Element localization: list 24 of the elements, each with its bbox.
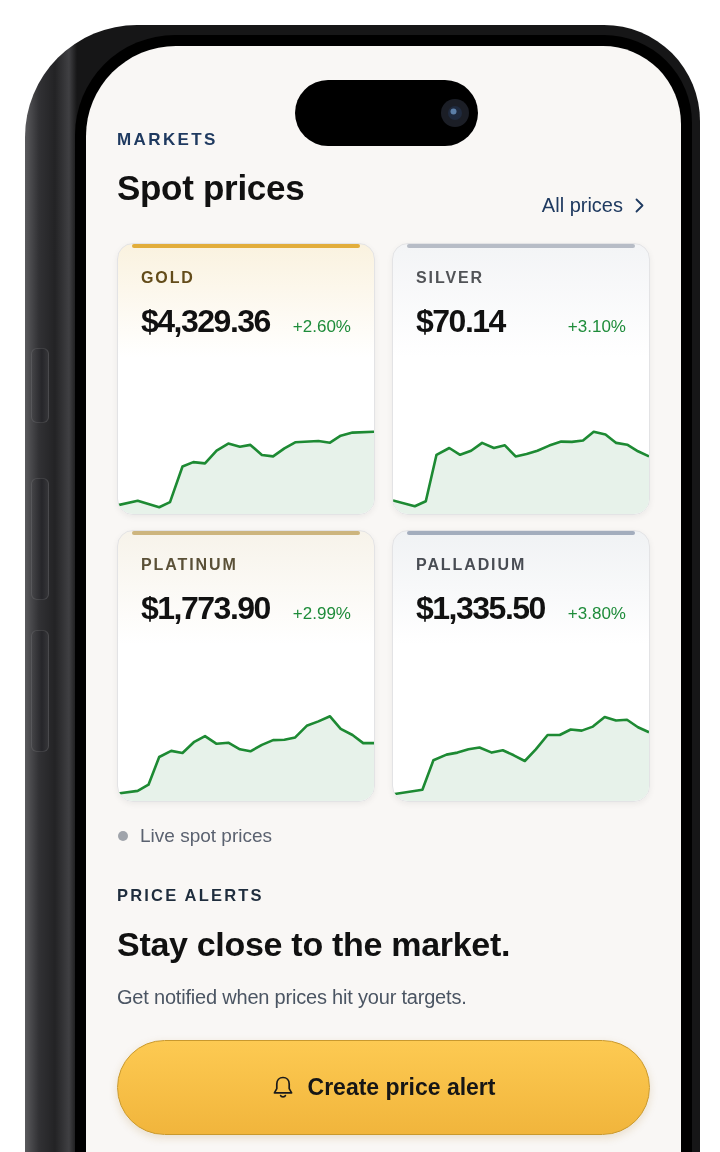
legend-label: Live spot prices (140, 824, 272, 848)
metal-name: GOLD (141, 268, 195, 288)
change-percent: +3.10% (567, 316, 626, 338)
page-title: Spot prices (117, 167, 305, 209)
metal-name: PALLADIUM (416, 555, 527, 575)
status-dot-icon (118, 831, 128, 841)
metal-name: SILVER (416, 268, 484, 288)
price-value: $4,329.36 (141, 302, 270, 340)
change-percent: +2.99% (292, 603, 351, 625)
metal-name: PLATINUM (141, 555, 238, 575)
all-prices-link[interactable]: All prices (541, 192, 644, 218)
chevron-right-icon (635, 197, 644, 213)
price-value: $1,335.50 (416, 589, 545, 627)
section-label: MARKETS (117, 130, 218, 150)
section-label: PRICE ALERTS (117, 885, 264, 905)
change-percent: +2.60% (292, 316, 351, 338)
headline: Stay close to the market. (117, 924, 511, 965)
create-alert-button[interactable]: Create price alert (117, 1040, 650, 1135)
change-percent: +3.80% (567, 603, 626, 625)
price-value: $70.14 (416, 302, 505, 340)
subtitle: Get notified when prices hit your targets. (117, 985, 467, 1010)
bell-icon (271, 1075, 294, 1100)
price-value: $1,773.90 (141, 589, 270, 627)
camera-lens-icon (441, 99, 469, 127)
